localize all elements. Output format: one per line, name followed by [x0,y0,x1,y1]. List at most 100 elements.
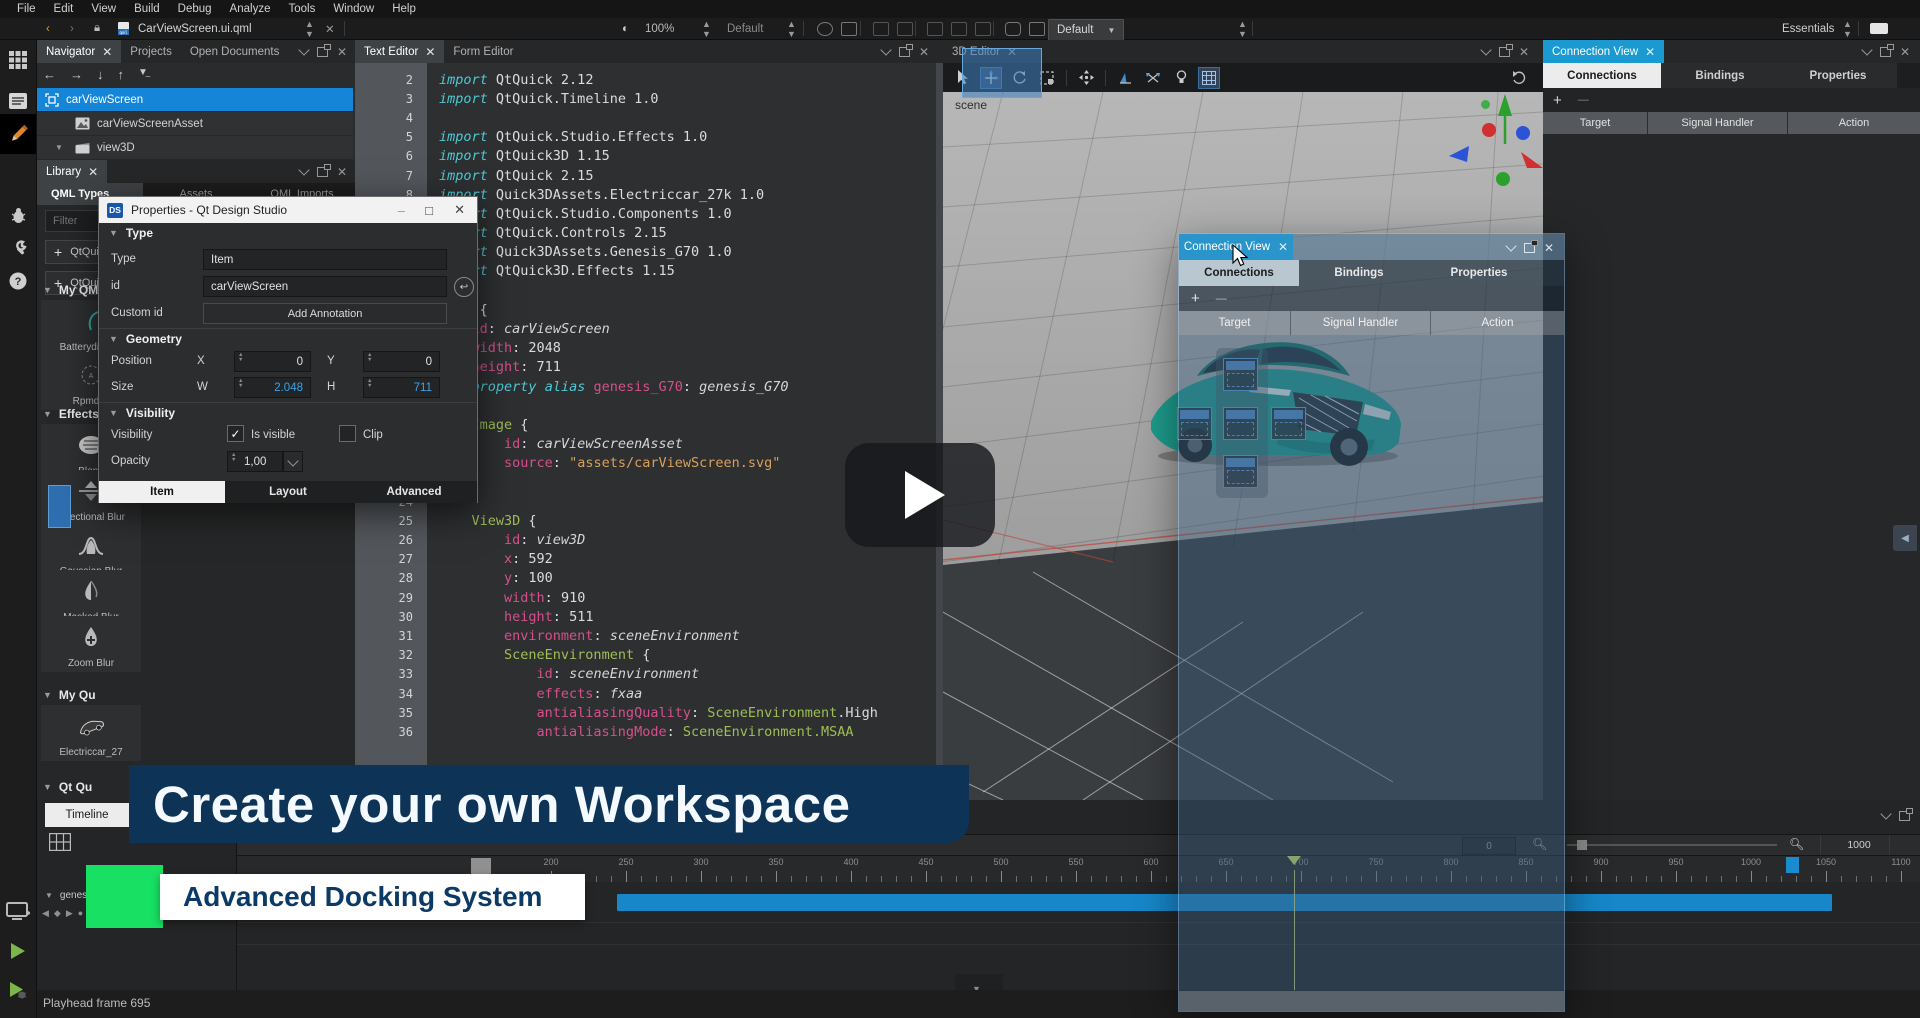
menu-file[interactable]: File [8,3,45,15]
reset-id-button[interactable]: ↩ [454,277,474,297]
clip-checkbox[interactable] [339,425,356,442]
add-keyframe-icon[interactable]: ◆ [54,908,61,919]
chevron-down-icon[interactable] [1861,44,1872,55]
override-icon[interactable] [1005,22,1021,36]
timeline-end-field[interactable]: 1000 [1832,837,1886,853]
tab-timeline[interactable]: Timeline [45,803,129,827]
run-button[interactable] [0,934,36,968]
section-geometry[interactable]: ▼Geometry [99,328,477,348]
chevron-down-icon[interactable] [298,164,309,175]
editor-scrollbar[interactable] [936,63,943,800]
filter-icon[interactable]: ▼̲ [138,67,148,82]
menu-build[interactable]: Build [125,3,169,15]
tree-item-view3d[interactable]: ▼ view3D [37,136,353,160]
stepper-icon[interactable]: ▲▼ [238,353,243,363]
perspective-stepper[interactable]: ▲▼ [1843,18,1851,39]
move-down-icon[interactable]: ↓ [97,67,104,82]
library-section-qtquick[interactable]: ▼Qt Qu [43,780,92,794]
floating-connection-view[interactable]: Connection View ✕ ✕ Connections Bindings… [1178,233,1565,1012]
y-field[interactable]: ▲▼0 [363,351,440,372]
move-backward-icon[interactable]: ← [43,67,56,82]
type-field[interactable]: Item [203,249,447,270]
column-action[interactable]: Action [1788,112,1920,134]
tab-bindings[interactable]: Bindings [1299,260,1419,286]
bounds-icon[interactable] [873,22,889,36]
tab-connection-view[interactable]: Connection View✕ [1543,40,1664,63]
close-icon[interactable]: ✕ [425,45,435,59]
kit-target-icon[interactable] [0,895,36,929]
tab-layout[interactable]: Layout [225,481,351,503]
opacity-field[interactable]: ▲▼1,00 [227,451,283,472]
document-dropdown-icon[interactable]: ▲▼ [305,18,313,39]
remove-connection-button[interactable]: — [1216,293,1227,305]
tab-bindings[interactable]: Bindings [1661,63,1779,88]
section-visibility[interactable]: ▼Visibility [99,402,477,422]
close-document-button[interactable]: ✕ [325,18,335,39]
prev-keyframe-icon[interactable]: ◀ [42,908,49,919]
close-icon[interactable]: ✕ [1278,240,1288,254]
column-action[interactable]: Action [1431,311,1564,335]
tree-item-carviewscreen[interactable]: carViewScreen [37,88,353,112]
fit-selected-icon[interactable] [1076,68,1096,88]
tab-properties[interactable]: Properties [1779,63,1897,88]
menu-analyze[interactable]: Analyze [221,3,280,15]
rows-icon[interactable] [951,22,967,36]
expander-icon[interactable]: ▼ [55,143,63,152]
column-target[interactable]: Target [1179,311,1291,335]
menu-debug[interactable]: Debug [169,3,221,15]
menu-tools[interactable]: Tools [279,3,324,15]
tab-form-editor[interactable]: Form Editor [444,40,522,63]
library-item-electriccar[interactable]: Electriccar_27 [41,705,141,761]
column-target[interactable]: Target [1543,112,1648,134]
state-selector[interactable]: Base State [1897,837,1920,853]
tab-properties[interactable]: Properties [1419,260,1539,286]
tree-item-carviewscreenasset[interactable]: carViewScreenAsset [37,112,353,136]
zoom-in-icon[interactable]: 🔍︎ [1789,837,1804,851]
timeline-film-icon[interactable] [49,833,71,856]
minimize-button[interactable]: – [398,203,405,218]
run-preview-icon[interactable]: ◐ [622,18,629,39]
edit-mode-icon[interactable] [0,84,36,118]
undock-icon[interactable] [1899,811,1910,821]
id-field[interactable]: carViewScreen [203,276,447,297]
back-button[interactable]: ‹ [46,18,50,39]
column-signal-handler[interactable]: Signal Handler [1291,311,1431,335]
forward-button[interactable]: › [70,18,74,39]
undock-icon[interactable] [317,47,328,57]
tab-navigator[interactable]: Navigator✕ [37,40,121,63]
welcome-mode-icon[interactable] [0,43,36,77]
design-mode-icon[interactable] [0,114,36,154]
chevron-down-icon[interactable] [1480,44,1491,55]
chevron-down-icon[interactable] [1505,240,1516,251]
x-field[interactable]: ▲▼0 [234,351,311,372]
toggle-grid-icon[interactable] [1199,68,1219,88]
projects-settings-icon[interactable] [0,230,36,264]
undock-icon[interactable] [1880,47,1891,57]
columns-icon[interactable] [927,22,943,36]
undock-icon[interactable] [1524,243,1535,253]
timeline-zoom-slider[interactable] [1567,844,1777,846]
debug-mode-icon[interactable] [0,198,36,232]
add-connection-button[interactable]: + [1191,290,1200,307]
add-connection-button[interactable]: + [1553,92,1562,109]
menu-view[interactable]: View [82,3,125,15]
stepper-icon[interactable]: ▲▼ [231,453,236,463]
kit-selector[interactable]: Default ▼ [1048,19,1124,41]
close-icon[interactable]: ✕ [919,47,929,57]
remove-connection-button[interactable]: — [1578,94,1589,106]
open-document-selector[interactable]: CarViewScreen.ui.qml [138,18,252,39]
undock-icon[interactable] [899,47,910,57]
chevron-down-icon[interactable] [1880,808,1891,819]
tab-item[interactable]: Item [99,481,225,503]
zoom-stepper[interactable]: ▲▼ [702,18,710,39]
height-field[interactable]: ▲▼711 [363,377,440,398]
chevron-down-icon[interactable] [880,44,891,55]
close-icon[interactable]: ✕ [1544,243,1554,253]
menu-window[interactable]: Window [324,3,383,15]
tab-connections[interactable]: Connections [1543,63,1661,88]
help-icon[interactable]: ? [0,264,36,298]
reset-view-icon[interactable] [1509,68,1529,88]
tab-library[interactable]: Library✕ [37,160,107,183]
column-signal-handler[interactable]: Signal Handler [1648,112,1788,134]
move-forward-icon[interactable]: → [70,67,83,82]
